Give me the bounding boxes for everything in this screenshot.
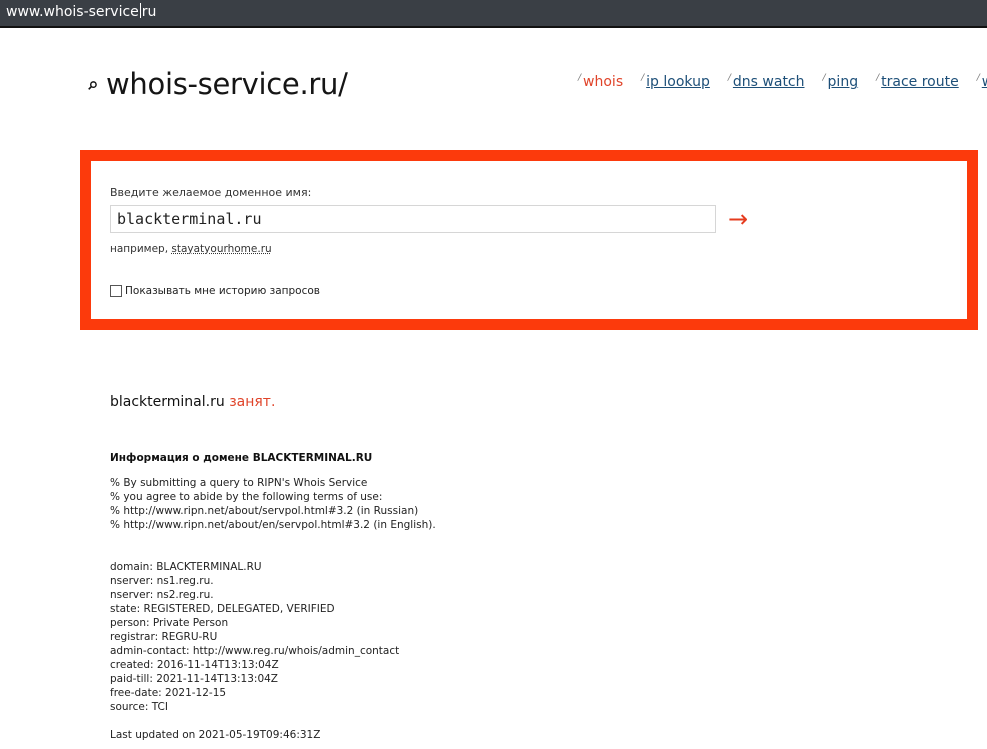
record-line: free-date: 2021-12-15 <box>110 687 227 699</box>
example-hint: например, stayatyourhome.ru <box>110 243 272 255</box>
nav-item-label: ping <box>827 74 859 90</box>
nav-item-more[interactable]: /w <box>977 73 987 90</box>
result-domain: blackterminal.ru <box>110 394 225 410</box>
nav-item-label: ip lookup <box>646 74 710 90</box>
nav-item-ip-lookup[interactable]: / ip lookup <box>641 73 710 90</box>
search-panel: Введите желаемое доменное имя: blackterm… <box>80 150 978 330</box>
record-line: registrar: REGRU-RU <box>110 631 218 643</box>
record-line: nserver: ns2.reg.ru. <box>110 589 214 601</box>
record-line: admin-contact: http://www.reg.ru/whois/a… <box>110 645 400 657</box>
top-nav: / whois / ip lookup / dns watch / ping / trac… <box>578 73 987 90</box>
terms-line: % you agree to abide by the following te… <box>110 491 383 503</box>
address-text-end: ru <box>141 4 157 20</box>
address-text-start: www.whois-service <box>6 4 139 20</box>
record-line: created: 2016-11-14T13:13:04Z <box>110 659 279 671</box>
example-link[interactable]: stayatyourhome.ru <box>171 243 271 255</box>
record-line: nserver: ns1.reg.ru. <box>110 575 214 587</box>
nav-item-trace-route[interactable]: / trace route <box>876 73 959 90</box>
history-toggle[interactable]: Показывать мне историю запросов <box>110 285 320 297</box>
whois-record: % By submitting a query to RIPN's Whois … <box>110 476 436 742</box>
nav-item-dns-watch[interactable]: / dns watch <box>728 73 805 90</box>
record-line: person: Private Person <box>110 617 229 629</box>
terms-line: % http://www.ripn.net/about/servpol.html… <box>110 505 419 517</box>
last-updated: Last updated on 2021-05-19T09:46:31Z <box>110 729 321 741</box>
record-line: domain: BLACKTERMINAL.RU <box>110 561 262 573</box>
search-icon <box>88 79 97 94</box>
browser-address-bar[interactable]: www.whois-service ru <box>0 0 987 28</box>
logo-text: whois-service.ru/ <box>106 67 348 101</box>
nav-item-ping[interactable]: / ping <box>823 73 859 90</box>
nav-item-label: w <box>982 74 987 90</box>
nav-item-label: trace route <box>881 74 959 90</box>
arrow-right-icon[interactable]: → <box>728 205 748 233</box>
terms-line: % http://www.ripn.net/about/en/servpol.h… <box>110 519 436 531</box>
nav-item-label: whois <box>583 74 624 90</box>
history-checkbox-label: Показывать мне историю запросов <box>125 285 320 297</box>
domain-input-label: Введите желаемое доменное имя: <box>110 186 312 199</box>
site-logo[interactable]: whois-service.ru/ <box>88 64 348 104</box>
record-line: paid-till: 2021-11-14T13:13:04Z <box>110 673 278 685</box>
nav-item-label: dns watch <box>732 74 805 90</box>
info-title: Информация о домене BLACKTERMINAL.RU <box>110 452 373 464</box>
record-line: source: TCI <box>110 701 168 713</box>
history-checkbox[interactable] <box>110 285 122 297</box>
example-prefix: например, <box>110 243 169 255</box>
nav-item-whois[interactable]: / whois <box>578 73 624 90</box>
text-caret <box>139 3 141 18</box>
terms-line: % By submitting a query to RIPN's Whois … <box>110 477 368 489</box>
status-badge: занят. <box>229 394 276 410</box>
domain-input[interactable]: blackterminal.ru <box>110 205 716 233</box>
availability-result: blackterminal.ru занят. <box>110 394 275 410</box>
record-line: state: REGISTERED, DELEGATED, VERIFIED <box>110 603 335 615</box>
